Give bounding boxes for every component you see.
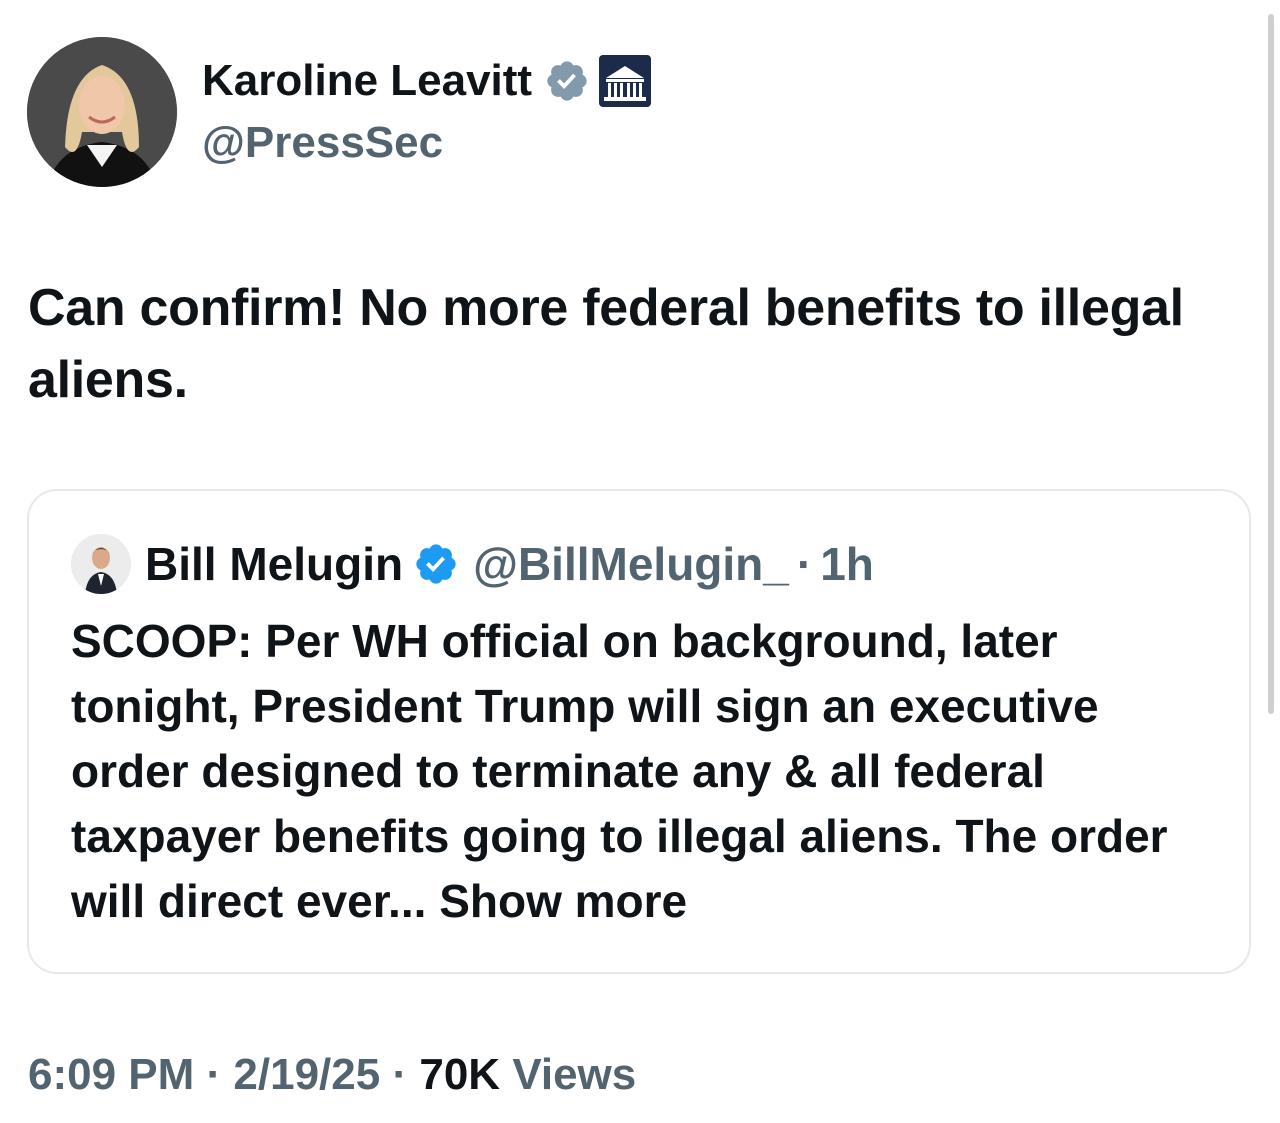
author-name-row: Karoline Leavitt <box>202 52 652 110</box>
views-count[interactable]: 70K <box>419 1050 500 1099</box>
quoted-author-avatar[interactable] <box>71 534 131 594</box>
separator-dot: · <box>392 1050 408 1099</box>
quoted-tweet-header: Bill Melugin @BillMelugin_ · 1h <box>71 533 874 595</box>
author-info: Karoline Leavitt @PressSec <box>202 52 652 168</box>
tweet-meta-row: 6:09 PM · 2/19/25 · 70K Views <box>28 1050 636 1100</box>
separator-dot: · <box>206 1050 222 1099</box>
separator-dot: · <box>796 538 813 590</box>
quoted-timestamp[interactable]: 1h <box>820 537 874 591</box>
scrollbar[interactable] <box>1268 14 1274 714</box>
tweet-time[interactable]: 6:09 PM <box>28 1050 194 1099</box>
white-house-icon[interactable] <box>598 54 652 108</box>
quoted-tweet-card[interactable]: Bill Melugin @BillMelugin_ · 1h SCOOP: P… <box>27 489 1251 974</box>
author-avatar[interactable] <box>27 37 177 187</box>
author-display-name[interactable]: Karoline Leavitt <box>202 56 532 106</box>
show-more-link[interactable]: Show more <box>439 875 687 927</box>
views-label[interactable]: Views <box>512 1050 636 1099</box>
tweet-text: Can confirm! No more federal benefits to… <box>28 279 1184 409</box>
verified-badge-icon <box>416 544 456 584</box>
quoted-tweet-text: SCOOP: Per WH official on background, la… <box>71 609 1221 934</box>
quoted-author-handle[interactable]: @BillMelugin_ <box>473 537 789 591</box>
author-handle[interactable]: @PressSec <box>202 118 652 168</box>
tweet-date[interactable]: 2/19/25 <box>233 1050 380 1099</box>
quoted-author-display-name[interactable]: Bill Melugin <box>145 537 403 591</box>
verified-badge-icon <box>544 58 590 104</box>
